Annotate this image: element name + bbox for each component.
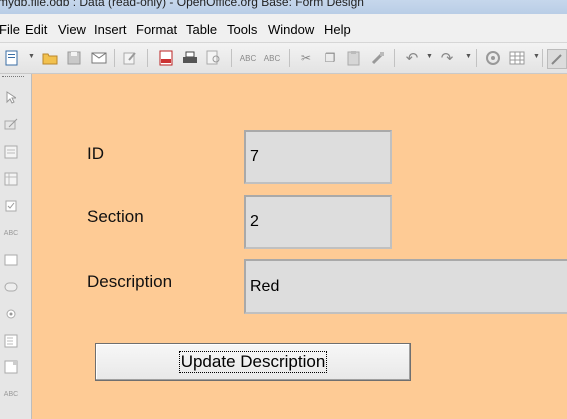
toolbar-separator [289,49,290,67]
menu-table[interactable]: Table [186,22,217,37]
page-preview-icon[interactable] [205,49,223,67]
toolbar-grip[interactable] [2,76,24,79]
select-pointer-icon[interactable] [3,90,19,104]
email-icon[interactable] [90,49,108,67]
section-field[interactable]: 2 [244,195,392,249]
combo-box-control-icon[interactable] [3,360,19,374]
menu-help[interactable]: Help [324,22,351,37]
update-description-button-label: Update Description [178,351,328,373]
toolbar-separator [476,49,477,67]
formatted-field-icon[interactable] [3,253,19,267]
undo-icon[interactable]: ↶ [403,49,421,67]
section-label: Section [87,207,144,226]
table-icon[interactable] [508,49,526,67]
redo-icon[interactable]: ↷ [438,49,456,67]
undo-dropdown-arrow-icon[interactable]: ▼ [426,53,433,60]
form-properties-icon[interactable] [3,172,19,186]
menu-window[interactable]: Window [268,22,314,37]
navigator-icon[interactable] [484,49,502,67]
menu-format[interactable]: Format [136,22,177,37]
form-controls-toolbar: ABC ABC [0,74,32,419]
save-icon[interactable] [65,49,83,67]
print-icon[interactable] [181,49,199,67]
edit-file-icon[interactable] [121,49,139,67]
description-label: Description [87,272,173,291]
text-box-control-icon[interactable]: ABC [3,226,19,240]
push-button-control-icon[interactable] [3,280,19,294]
menu-tools[interactable]: Tools [227,22,257,37]
design-mode-icon[interactable] [3,117,19,131]
id-label: ID [87,144,104,163]
list-box-control-icon[interactable] [3,334,19,348]
menu-insert[interactable]: Insert [94,22,127,37]
option-button-control-icon[interactable] [3,307,19,321]
menu-bar: File Edit View Insert Format Table Tools… [0,14,567,43]
menu-edit[interactable]: Edit [25,22,47,37]
redo-dropdown-arrow-icon[interactable]: ▼ [465,53,472,60]
copy-icon[interactable]: ❐ [321,49,339,67]
label-field-control-icon[interactable]: ABC [3,387,19,401]
checkbox-control-icon[interactable] [3,199,19,213]
toolbar-separator [394,49,395,67]
toolbar-separator [114,49,115,67]
new-dropdown-arrow-icon[interactable]: ▼ [28,53,35,60]
draw-functions-icon[interactable] [547,49,567,69]
cut-icon[interactable]: ✂ [297,49,315,67]
standard-toolbar: ▼ ABC ABC ✂ ❐ ↶ ▼ ↷ ▼ ▼ [0,43,567,74]
format-paintbrush-icon[interactable] [369,49,387,67]
pdf-export-icon[interactable] [157,49,175,67]
window-title: mydb.file.odb : Data (read-only) - OpenO… [0,0,364,9]
description-field[interactable]: Red [244,259,567,314]
toolbar-separator [542,49,543,67]
form-design-canvas[interactable]: ID 7 Section 2 Description Red Update De… [32,74,567,419]
toolbar-separator [147,49,148,67]
id-field[interactable]: 7 [244,130,392,184]
update-description-button[interactable]: Update Description [95,343,411,381]
spellcheck-icon[interactable]: ABC [239,49,257,67]
toolbar-separator [231,49,232,67]
paste-icon[interactable] [345,49,363,67]
window-title-bar: mydb.file.odb : Data (read-only) - OpenO… [0,0,567,14]
new-icon[interactable] [3,49,21,67]
table-dropdown-arrow-icon[interactable]: ▼ [533,53,540,60]
open-folder-icon[interactable] [41,49,59,67]
menu-view[interactable]: View [58,22,86,37]
autospell-icon[interactable]: ABC [263,49,281,67]
menu-file[interactable]: File [0,22,20,37]
control-properties-icon[interactable] [3,145,19,159]
